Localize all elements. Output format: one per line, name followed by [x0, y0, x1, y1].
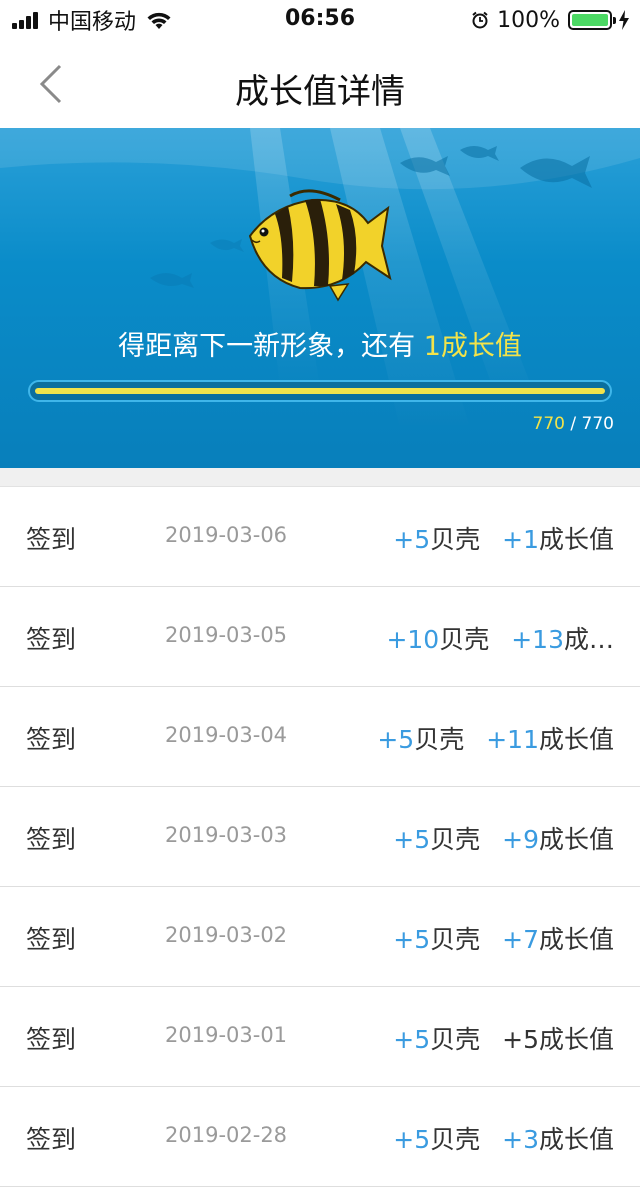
- battery-icon: [568, 10, 616, 30]
- record-date: 2019-03-03: [165, 823, 288, 847]
- shell-unit: 贝壳: [430, 1125, 481, 1154]
- record-rewards: +5贝壳 +5成长值: [393, 1020, 614, 1056]
- growth-unit: 成长值: [538, 1125, 614, 1154]
- list-item[interactable]: 签到 2019-03-02 +5贝壳 +7成长值: [0, 887, 640, 987]
- list-item[interactable]: 签到 2019-03-03 +5贝壳 +9成长值: [0, 787, 640, 887]
- page-title: 成长值详情: [235, 72, 405, 112]
- list-item[interactable]: 签到 2019-03-04 +5贝壳 +11成长值: [0, 687, 640, 787]
- record-rewards: +10贝壳 +13成…: [386, 620, 614, 656]
- record-type: 签到: [26, 925, 77, 954]
- growth-amount: +11: [486, 725, 539, 754]
- growth-unit: 成长值: [538, 725, 614, 754]
- progress-separator: /: [565, 414, 582, 434]
- list-item[interactable]: 签到 2019-02-28 +5贝壳 +3成长值: [0, 1087, 640, 1187]
- record-rewards: +5贝壳 +7成长值: [393, 920, 614, 956]
- growth-amount: +3: [502, 1125, 539, 1154]
- shell-unit: 贝壳: [430, 525, 481, 554]
- growth-record-list: 签到 2019-03-06 +5贝壳 +1成长值 签到 2019-03-05 +10贝壳 +1…: [0, 468, 640, 1187]
- list-item[interactable]: 签到 2019-03-06 +5贝壳 +1成长值: [0, 487, 640, 587]
- list-item[interactable]: 签到 2019-03-05 +10贝壳 +13成…: [0, 587, 640, 687]
- record-date: 2019-03-04: [165, 723, 288, 747]
- growth-hint-prefix: 得距离下一新形象，还有: [118, 331, 424, 362]
- shell-amount: +5: [393, 1025, 431, 1054]
- record-type: 签到: [26, 825, 77, 854]
- growth-progress-count: 770 / 770: [533, 414, 614, 434]
- shell-unit: 贝壳: [430, 825, 481, 854]
- growth-unit: 成长值: [538, 925, 614, 954]
- record-date: 2019-03-01: [165, 1023, 288, 1047]
- record-rewards: +5贝壳 +9成长值: [393, 820, 614, 856]
- record-rewards: +5贝壳 +11成长值: [377, 720, 614, 756]
- status-bar: 中国移动 06:56 100%: [0, 0, 640, 40]
- shell-unit: 贝壳: [430, 1025, 481, 1054]
- record-type: 签到: [26, 725, 77, 754]
- shell-unit: 贝壳: [430, 925, 481, 954]
- growth-hint-highlight: 1成长值: [423, 331, 522, 362]
- charging-icon: [619, 10, 629, 30]
- list-item[interactable]: 签到 2019-03-01 +5贝壳 +5成长值: [0, 987, 640, 1087]
- growth-amount: +5: [502, 1025, 539, 1054]
- shell-amount: +5: [377, 725, 415, 754]
- record-date: 2019-03-05: [165, 623, 288, 647]
- record-type: 签到: [26, 625, 77, 654]
- growth-amount: +13: [511, 625, 564, 654]
- growth-banner: 得距离下一新形象，还有 1成长值 770 / 770: [0, 128, 640, 468]
- list-divider: [0, 468, 640, 487]
- record-type: 签到: [26, 1125, 77, 1154]
- growth-unit: 成长值: [538, 1025, 614, 1054]
- shell-unit: 贝壳: [439, 625, 490, 654]
- growth-unit: 成长值: [538, 825, 614, 854]
- growth-amount: +9: [502, 825, 539, 854]
- growth-amount: +7: [502, 925, 539, 954]
- shell-amount: +10: [386, 625, 440, 654]
- growth-hint: 得距离下一新形象，还有 1成长值: [0, 324, 640, 363]
- progress-total: 770: [581, 414, 614, 434]
- growth-amount: +1: [502, 525, 539, 554]
- shell-amount: +5: [393, 1125, 431, 1154]
- growth-progress-bar: [28, 380, 612, 402]
- growth-unit: 成长值: [538, 525, 614, 554]
- shell-unit: 贝壳: [414, 725, 465, 754]
- battery-percent: 100%: [497, 7, 560, 33]
- progress-current: 770: [532, 414, 565, 434]
- record-date: 2019-03-02: [165, 923, 288, 947]
- alarm-icon: [472, 11, 488, 29]
- shell-amount: +5: [393, 525, 431, 554]
- record-date: 2019-03-06: [165, 523, 288, 547]
- shell-amount: +5: [393, 925, 431, 954]
- nav-bar: 成长值详情: [0, 40, 640, 128]
- growth-progress-fill: [35, 388, 605, 394]
- record-type: 签到: [26, 1025, 77, 1054]
- record-type: 签到: [26, 525, 77, 554]
- record-date: 2019-02-28: [165, 1123, 288, 1147]
- record-rewards: +5贝壳 +1成长值: [393, 520, 614, 556]
- growth-unit: 成…: [563, 625, 614, 654]
- record-rewards: +5贝壳 +3成长值: [393, 1120, 614, 1156]
- shell-amount: +5: [393, 825, 431, 854]
